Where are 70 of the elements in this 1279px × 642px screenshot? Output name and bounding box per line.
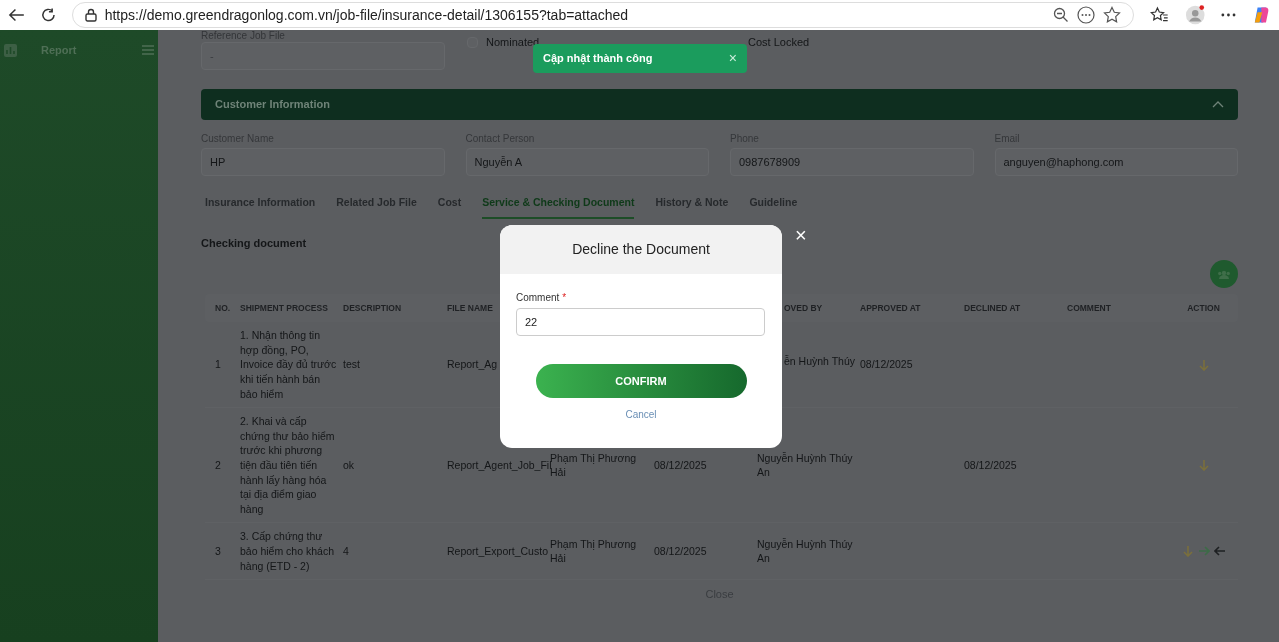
reload-icon[interactable] <box>40 7 56 23</box>
table-cell-text: Report_Ag <box>447 357 499 373</box>
field-value: Nguyễn A <box>474 154 523 170</box>
field-value: HP <box>210 154 226 170</box>
table-cell-text: test <box>343 357 361 373</box>
confirm-button[interactable]: CONFIRM <box>535 364 747 398</box>
table-cell-text: ok <box>343 458 356 473</box>
column-header: DECLINED AT <box>964 301 1022 315</box>
text-field[interactable]: Nguyễn A <box>465 148 709 176</box>
field-value: - <box>210 48 214 64</box>
table-cell-text: Nguyễn Huỳnh Thúy An <box>757 536 854 566</box>
table-cell-text: 08/12/2025 <box>654 458 708 473</box>
table-cell-text: 3. Cấp chứng thư bảo hiểm cho khách hàng (ETD - 2) <box>240 529 335 574</box>
comment-input[interactable]: 22 <box>516 308 765 336</box>
required-mark: * <box>562 291 567 305</box>
table-cell-text: 3 <box>214 543 222 559</box>
text-field[interactable]: 0987678909 <box>730 148 974 176</box>
table-cell-text: 08/12/2025 <box>964 458 1018 473</box>
column-header: APPROVED AT <box>860 301 922 315</box>
table-cell-text: 08/12/2025 <box>654 543 708 559</box>
reference-job-file-field[interactable]: - <box>201 42 445 70</box>
text-field[interactable]: anguyen@haphong.com <box>994 148 1238 176</box>
toast-message: Cập nhật thành công <box>543 51 653 67</box>
profile-avatar-icon[interactable] <box>1185 4 1206 26</box>
lock-icon <box>84 8 97 22</box>
copilot-icon[interactable] <box>1252 5 1271 25</box>
close-button[interactable]: × <box>728 48 737 69</box>
column-header: ACTION <box>1186 301 1221 315</box>
left-arrow-icon[interactable] <box>1213 545 1226 558</box>
zoom-out-icon[interactable] <box>1053 7 1070 23</box>
text-field[interactable]: HP <box>201 148 445 176</box>
url-text: https://demo.greendragonlog.com.vn/job-file/insurance-detail/1306155?tab=attached <box>104 5 630 25</box>
column-header: DESCRIPTION <box>343 301 403 315</box>
back-icon[interactable] <box>8 7 25 23</box>
table-cell-text: Nguyễn Huỳnh Thúy An <box>757 450 854 480</box>
customer-information-header[interactable]: Customer Information <box>201 89 1238 120</box>
table-cell-text: 08/12/2025 <box>860 357 914 373</box>
field-value: 0987678909 <box>739 154 801 170</box>
column-header: SHIPMENT PROCESS <box>240 301 329 315</box>
column-header: NO. <box>214 301 232 315</box>
table-cell-text: 4 <box>343 543 350 559</box>
more-options-icon[interactable] <box>1077 6 1096 24</box>
table-cell-text: 1 <box>214 357 222 373</box>
table-cell-text: Report_Export_Custo <box>447 543 549 559</box>
dialog-title: Decline the Document <box>572 240 710 259</box>
close-button[interactable]: × <box>795 225 807 245</box>
checkbox-label: Nominated <box>486 35 540 50</box>
tab[interactable]: Service & Checking Document <box>482 195 635 219</box>
table-cell-text: Phạm Thị Phương Hải <box>550 450 638 480</box>
table-cell-text: ễn Huỳnh Thúy <box>783 354 857 369</box>
table-cell-text: 1. Nhận thông tin hợp đồng, PO, Invoice đầy đủ trước khi tiến hành bán bảo hiểm <box>240 328 338 402</box>
table-cell-text: Report_Agent_Job_Fil <box>447 459 550 471</box>
people-icon <box>1217 269 1231 279</box>
field-value: anguyen@haphong.com <box>1003 154 1124 170</box>
chevron-up-icon[interactable] <box>1212 101 1224 108</box>
chart-icon <box>4 43 17 57</box>
section-title: Checking document <box>201 235 307 251</box>
column-header: COMMENT <box>1067 301 1112 315</box>
ellipsis-icon[interactable] <box>1221 13 1237 17</box>
checkbox-label: Cost Locked <box>748 35 810 50</box>
column-header: FILE NAME <box>447 301 494 315</box>
field-label: Comment <box>516 291 560 305</box>
column-header: OVED BY <box>783 301 824 315</box>
star-icon[interactable] <box>1103 6 1122 24</box>
table-cell-text: 2. Khai và cấp chứng thư bảo hiểm trước khi phương tiện đầu tiên tiến hành lấy hàng hóa tại địa điểm giao hàng <box>240 414 336 517</box>
favorites-icon[interactable] <box>1150 6 1169 24</box>
section-title: Customer Information <box>215 97 330 113</box>
table-cell-text: Phạm Thị Phương Hải <box>550 536 638 566</box>
cancel-link[interactable]: Cancel <box>625 407 657 422</box>
table-cell-text: 2 <box>214 458 222 473</box>
